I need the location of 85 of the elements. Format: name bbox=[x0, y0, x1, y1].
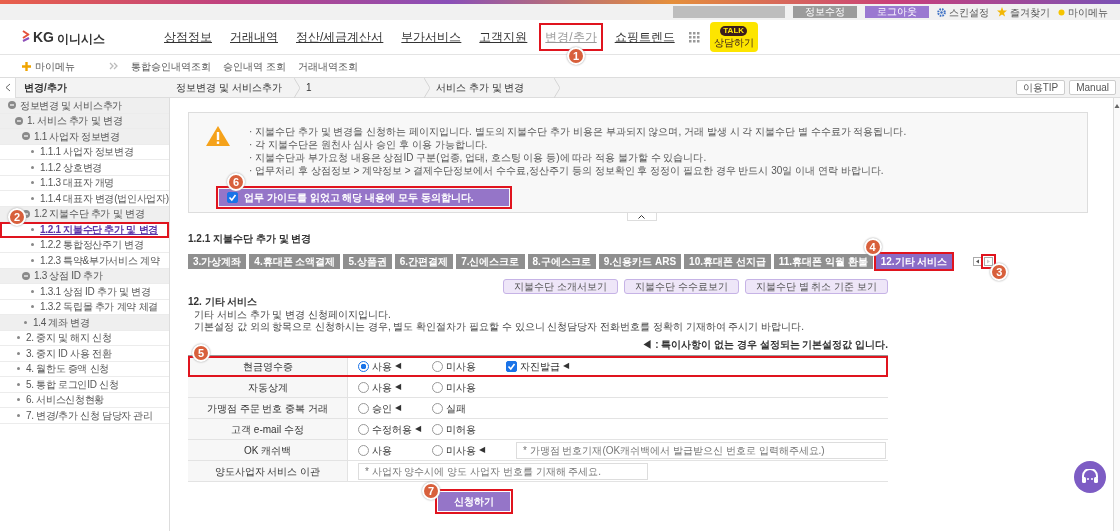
breadcrumb-item: 서비스 추가 및 변경 bbox=[436, 81, 525, 95]
header-button[interactable]: 로그아웃 bbox=[865, 6, 929, 18]
nav-item[interactable]: 거래내역 bbox=[226, 25, 282, 49]
default-marker: ◀ bbox=[395, 381, 401, 393]
field-label: OK 캐쉬백 bbox=[188, 440, 348, 460]
option-label: 미사용 bbox=[446, 359, 476, 374]
quick-link[interactable]: 승인내역 조회 bbox=[223, 58, 286, 74]
description-text: 기본설정 값 외의 항목으로 신청하시는 경우, 별도 확인절차가 필요할 수 있으니 신청담당자 전화번호를 정확히 기재하여 주시기 바랍니다. bbox=[193, 321, 805, 333]
header-link[interactable]: 스킨설정 bbox=[949, 4, 989, 20]
tree-item[interactable]: 1.2 지불수단 추가 및 변경 bbox=[34, 206, 145, 222]
option-label: 사용 bbox=[372, 443, 392, 458]
text-field[interactable]: * 가맹점 번호기재(OK캐쉬백에서 발급받으신 번호로 입력해주세요.) bbox=[516, 441, 886, 459]
description-text: 기타 서비스 추가 및 변경 신청페이지입니다. bbox=[193, 309, 392, 321]
logo-text: 이니시스 bbox=[57, 30, 105, 48]
tree-item[interactable]: 1.2.3 특약&부가서비스 계약 bbox=[40, 252, 160, 268]
notice-text: · 업무처리 후 상점정보 > 계약정보 > 결제수단정보에서 수수료,정산주기 등의 정보확인 후 정정이 필요한 경우 반드시 30일 이내 연락 바랍니다. bbox=[249, 164, 885, 177]
step-number: 4 bbox=[863, 238, 882, 256]
notice-text: · 각 지불수단은 원천사 심사 승인 후 이용 가능합니다. bbox=[249, 138, 489, 151]
logo-text: KG bbox=[33, 27, 54, 47]
option-label: 미사용 bbox=[446, 380, 476, 395]
tree-item[interactable]: 6. 서비스신청현황 bbox=[26, 392, 105, 408]
option-label: 미허용 bbox=[446, 422, 476, 437]
header-link[interactable]: 즐겨찾기 bbox=[1010, 4, 1050, 20]
guide-button[interactable]: 지불수단 소개서보기 bbox=[503, 279, 619, 294]
breadcrumb-item: 1 bbox=[306, 81, 312, 95]
my-menu-link[interactable]: 마이메뉴 bbox=[35, 58, 75, 74]
breadcrumb-item: 정보변경 및 서비스추가 bbox=[176, 81, 282, 95]
field-label: 양도사업자 서비스 이관 bbox=[188, 461, 348, 481]
nav-item[interactable]: 쇼핑트렌드 bbox=[610, 25, 679, 49]
field-label: 자동상계 bbox=[188, 377, 348, 397]
step-number: 1 bbox=[567, 47, 585, 65]
field-label: 현금영수증 bbox=[188, 356, 348, 376]
notice-text: · 지불수단과 부가요청 내용은 상점ID 구분(업종, 업태, 호스팅 이용 등)에 따라 적용 불가할 수 있습니다. bbox=[249, 151, 708, 164]
help-button[interactable]: Manual bbox=[1069, 80, 1116, 95]
section-title: 1.2.1 지불수단 추가 및 변경 bbox=[188, 232, 313, 246]
notice-text: · 지불수단 추가 및 변경을 신청하는 페이지입니다. 별도의 지불수단 추가 비용은 부과되지 않으며, 거래 발생 시 각 지불수단 별 수수료가 적용됩니다. bbox=[249, 125, 907, 138]
tree-item[interactable]: 1.2.2 통합정산주기 변경 bbox=[40, 237, 144, 253]
tree-item[interactable]: 2. 중지 및 해지 신청 bbox=[26, 330, 112, 346]
text-field[interactable]: * 사업자 양수시에 양도 사업자 번호를 기재해 주세요. bbox=[358, 462, 648, 480]
header-link[interactable]: 마이메뉴 bbox=[1068, 4, 1108, 20]
tree-item[interactable]: 1.3.2 독립몰 추가 계약 체결 bbox=[40, 299, 158, 315]
field-label: 고객 e-mail 수정 bbox=[188, 419, 348, 439]
tree-item[interactable]: 1.3.1 상점 ID 추가 및 변경 bbox=[40, 283, 151, 299]
nav-item[interactable]: 부가서비스 bbox=[397, 25, 466, 49]
option-label: 자진발급 bbox=[520, 359, 560, 374]
step-number: 7 bbox=[422, 482, 440, 500]
nav-item[interactable]: 정산/세금계산서 bbox=[292, 25, 388, 49]
option-label: 실패 bbox=[446, 401, 466, 416]
quick-link[interactable]: 통합승인내역조회 bbox=[131, 58, 211, 74]
help-button[interactable]: 이용TIP bbox=[1015, 80, 1066, 95]
option-label: 사용 bbox=[372, 359, 392, 374]
default-marker: ◀ bbox=[395, 360, 401, 372]
payment-tab[interactable]: 12.기타 서비스 bbox=[875, 254, 953, 269]
tree-item[interactable]: 1.1.3 대표자 개명 bbox=[40, 175, 115, 191]
option-label: 미사용 bbox=[446, 443, 476, 458]
tree-item[interactable]: 4. 월한도 증액 신청 bbox=[26, 361, 110, 377]
guide-button[interactable]: 지불수단 별 취소 기준 보기 bbox=[744, 279, 888, 294]
nav-item[interactable]: 고객지원 bbox=[475, 25, 532, 49]
nav-item[interactable]: 상점정보 bbox=[160, 25, 216, 49]
default-marker: ◀ bbox=[479, 444, 485, 456]
step-number: 5 bbox=[192, 344, 210, 362]
page-title: 변경/추가 bbox=[23, 81, 68, 95]
default-marker: ◀ bbox=[395, 402, 401, 414]
tree-item[interactable]: 1.1.2 상호변경 bbox=[40, 159, 103, 175]
quick-link[interactable]: 거래내역조회 bbox=[297, 58, 358, 74]
default-marker: ◀ bbox=[415, 423, 421, 435]
agree-option[interactable]: 업무 가이드를 읽었고 해당 내용에 모두 동의합니다. bbox=[219, 189, 509, 206]
tree-item[interactable]: 1.1.1 사업자 정보변경 bbox=[40, 144, 134, 160]
service-heading: 12. 기타 서비스 bbox=[188, 295, 259, 309]
tree-item[interactable]: 7. 변경/추가 신청 담당자 관리 bbox=[26, 407, 153, 423]
step-number: 3 bbox=[990, 263, 1009, 281]
tree-item[interactable]: 5. 통합 로그인ID 신청 bbox=[26, 376, 119, 392]
default-marker: ◀ bbox=[563, 360, 569, 372]
chat-consult-button[interactable]: TALK 상담하기 bbox=[709, 22, 758, 52]
guide-button[interactable]: 지불수단 수수료보기 bbox=[624, 279, 739, 294]
option-label: 승인 bbox=[372, 401, 392, 416]
step-number: 6 bbox=[227, 173, 245, 191]
field-label: 가맹점 주문 번호 중복 거래 bbox=[188, 398, 348, 418]
option-label: 사용 bbox=[372, 380, 392, 395]
option-label: 수정허용 bbox=[372, 422, 412, 437]
submit-button[interactable]: 신청하기 bbox=[438, 492, 510, 511]
legend-text: ◀ : 특이사항이 없는 경우 설정되는 기본설정값 입니다. bbox=[641, 338, 888, 352]
tree-item[interactable]: 1.1.4 대표자 변경(법인사업자) bbox=[40, 190, 169, 206]
tree-item[interactable]: 3. 중지 ID 사용 전환 bbox=[26, 345, 112, 361]
step-number: 2 bbox=[8, 208, 26, 226]
